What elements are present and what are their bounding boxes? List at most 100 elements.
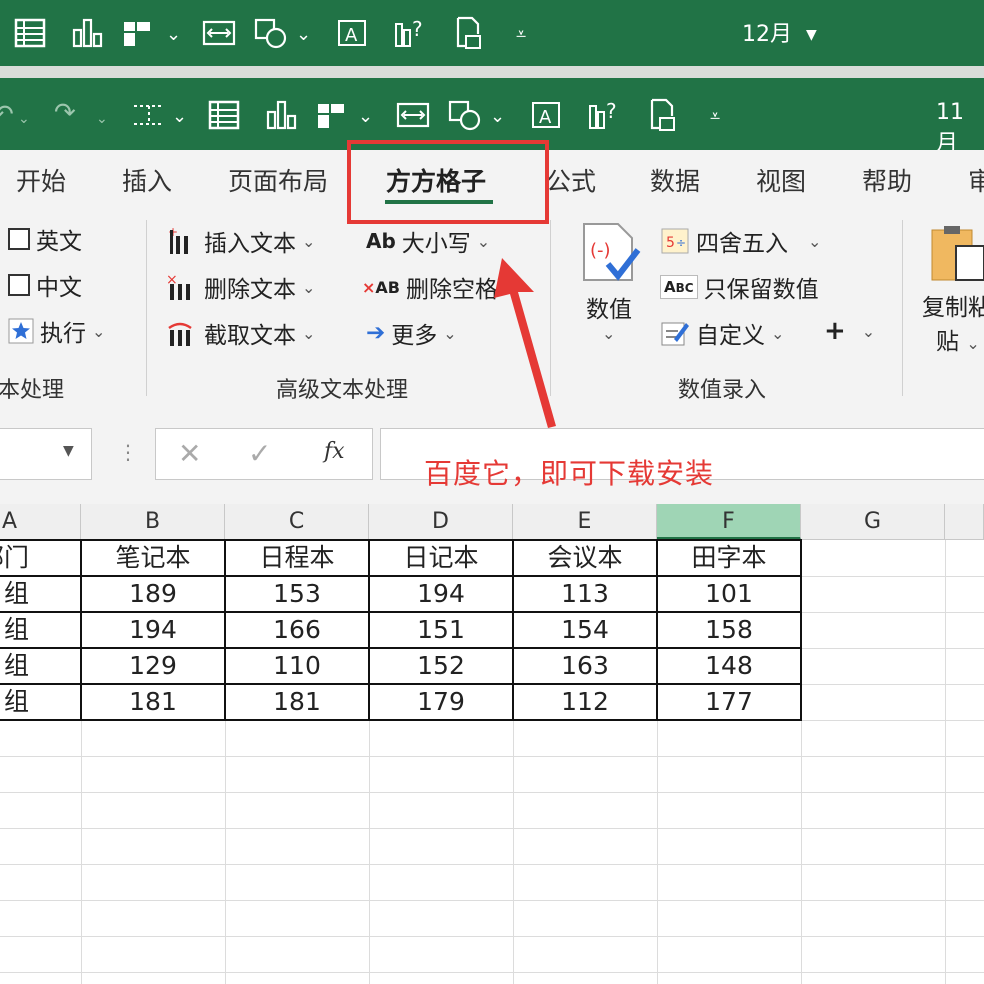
textbox-icon[interactable]: A <box>336 18 368 48</box>
tab-home[interactable]: 开始 <box>16 162 66 198</box>
chevron-down-icon[interactable]: ⌄ <box>490 102 505 132</box>
column-header-e[interactable]: E <box>513 504 657 540</box>
round-button[interactable]: 5 ÷ 四舍五入 ⌄ <box>660 224 821 258</box>
column-header-a[interactable]: A <box>0 504 81 540</box>
table-cell[interactable]: 166 <box>225 612 369 648</box>
header-cell[interactable]: 会议本 <box>513 540 657 576</box>
highlight-box <box>347 140 549 224</box>
form-icon[interactable] <box>14 18 46 48</box>
chart-icon[interactable] <box>266 100 298 130</box>
column-header-b[interactable]: B <box>81 504 225 540</box>
table-cell[interactable]: 组 <box>0 612 81 648</box>
title-dropdown-icon[interactable]: ▼ <box>806 20 817 50</box>
keep-values-button[interactable]: ABC 只保留数值 <box>660 270 819 304</box>
chevron-down-icon[interactable]: ⌄ <box>96 104 108 134</box>
table-format-icon[interactable] <box>122 18 156 48</box>
table-cell[interactable]: 组 <box>0 648 81 684</box>
tab-view[interactable]: 视图 <box>756 162 806 198</box>
undo-icon[interactable]: ↶ <box>0 100 14 130</box>
chevron-down-icon[interactable]: ⌄ <box>166 20 181 50</box>
column-header-f[interactable]: F <box>657 504 801 540</box>
document-export-icon[interactable] <box>648 98 678 132</box>
chevron-down-icon[interactable]: ⌄ <box>358 102 373 132</box>
more-options-icon[interactable]: ⋮ <box>118 440 138 464</box>
header-cell[interactable]: 日记本 <box>369 540 513 576</box>
tab-formulas[interactable]: 公式 <box>546 162 596 198</box>
table-cell[interactable]: 163 <box>513 648 657 684</box>
table-cell[interactable]: 181 <box>81 684 225 720</box>
column-header-g[interactable]: G <box>801 504 945 540</box>
chinese-checkbox[interactable]: 中文 <box>8 268 82 302</box>
table-cell[interactable]: 154 <box>513 612 657 648</box>
number-big-button[interactable]: (-) 数值 ⌄ <box>578 222 644 372</box>
help-bars-icon[interactable]: ? <box>394 16 428 48</box>
customize-toolbar-icon[interactable]: ⩡ <box>710 102 720 132</box>
table-cell[interactable]: 194 <box>81 612 225 648</box>
header-cell[interactable]: 日程本 <box>225 540 369 576</box>
fx-icon[interactable]: fx <box>324 439 345 464</box>
table-format-icon[interactable] <box>316 100 350 130</box>
textbox-icon[interactable]: A <box>530 100 562 130</box>
column-header-d[interactable]: D <box>369 504 513 540</box>
column-header-c[interactable]: C <box>225 504 369 540</box>
table-cell[interactable]: 181 <box>225 684 369 720</box>
redo-icon[interactable]: ↷ <box>54 98 76 128</box>
case-ab-icon: Ab <box>366 229 396 253</box>
help-bars-icon[interactable]: ? <box>588 98 622 130</box>
table-cell[interactable]: 101 <box>657 576 801 612</box>
grid-line <box>0 936 984 937</box>
table-cell[interactable]: 148 <box>657 648 801 684</box>
border-dotted-icon[interactable] <box>132 102 166 128</box>
form-icon[interactable] <box>208 100 240 130</box>
shapes-icon[interactable] <box>448 100 482 132</box>
fit-width-icon[interactable] <box>202 18 236 48</box>
insert-text-button[interactable]: + 插入文本 ⌄ <box>166 224 315 258</box>
table-cell[interactable]: 组 <box>0 684 81 720</box>
chevron-down-icon[interactable]: ⌄ <box>296 20 311 50</box>
execute-button[interactable]: 执行 ⌄ <box>8 314 105 348</box>
header-cell[interactable]: 笔记本 <box>81 540 225 576</box>
table-cell[interactable]: 153 <box>225 576 369 612</box>
more-button[interactable]: ➔ 更多 ⌄ <box>366 316 457 350</box>
delete-text-button[interactable]: × 删除文本 ⌄ <box>166 270 315 304</box>
tab-review[interactable]: 审 <box>968 162 984 198</box>
tab-page-layout[interactable]: 页面布局 <box>228 162 328 198</box>
custom-button[interactable]: 自定义 ⌄ <box>660 316 784 350</box>
document-export-icon[interactable] <box>454 16 484 50</box>
table-cell[interactable]: 110 <box>225 648 369 684</box>
customize-toolbar-icon[interactable]: ⩡ <box>516 20 526 50</box>
cancel-icon[interactable]: ✕ <box>178 437 201 470</box>
chevron-down-icon: ⌄ <box>302 231 316 251</box>
column-header-h[interactable] <box>945 504 984 540</box>
table-cell[interactable]: 113 <box>513 576 657 612</box>
tab-help[interactable]: 帮助 <box>862 162 912 198</box>
table-cell[interactable]: 129 <box>81 648 225 684</box>
table-cell[interactable]: 177 <box>657 684 801 720</box>
chevron-down-icon[interactable]: ⌄ <box>172 102 187 132</box>
tab-data[interactable]: 数据 <box>650 162 700 198</box>
table-cell[interactable]: 194 <box>369 576 513 612</box>
table-cell[interactable]: 179 <box>369 684 513 720</box>
chevron-down-icon[interactable]: ⌄ <box>18 104 30 134</box>
table-cell[interactable]: 112 <box>513 684 657 720</box>
header-cell[interactable]: 田字本 <box>657 540 801 576</box>
copy-paste-button[interactable]: 复制粘 贴 ⌄ <box>922 222 984 372</box>
svg-text:(-): (-) <box>590 240 611 261</box>
english-checkbox[interactable]: 英文 <box>8 222 82 256</box>
table-cell[interactable]: 158 <box>657 612 801 648</box>
case-button[interactable]: Ab 大小写 ⌄ <box>366 224 490 258</box>
table-cell[interactable]: 组 <box>0 576 81 612</box>
table-cell[interactable]: 151 <box>369 612 513 648</box>
name-box[interactable]: ▼ <box>0 428 92 480</box>
table-cell[interactable]: 152 <box>369 648 513 684</box>
header-cell[interactable]: 部门 <box>0 540 81 576</box>
add-button[interactable]: + ⌄ <box>824 316 875 346</box>
shapes-icon[interactable] <box>254 18 288 50</box>
chevron-down-icon[interactable]: ▼ <box>63 443 74 459</box>
tab-insert[interactable]: 插入 <box>122 162 172 198</box>
confirm-icon[interactable]: ✓ <box>248 437 271 470</box>
table-cell[interactable]: 189 <box>81 576 225 612</box>
fit-width-icon[interactable] <box>396 100 430 130</box>
chart-icon[interactable] <box>72 18 104 48</box>
extract-text-button[interactable]: 截取文本 ⌄ <box>166 316 315 350</box>
